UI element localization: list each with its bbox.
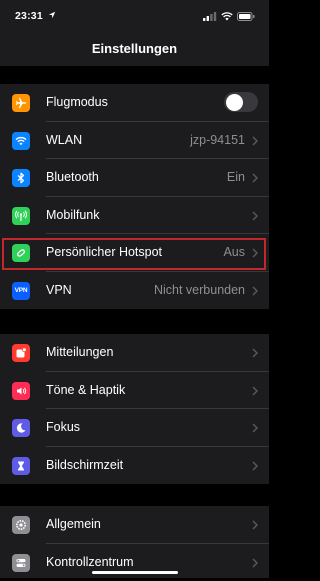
battery-icon	[237, 12, 255, 21]
settings-row-label: Allgemein	[46, 517, 101, 531]
settings-row-value: Nicht verbunden	[154, 283, 245, 297]
settings-row-label: WLAN	[46, 133, 82, 147]
bluetooth-icon	[12, 169, 30, 187]
location-arrow-icon	[48, 11, 56, 19]
vpn-icon-label: VPN	[15, 287, 28, 294]
settings-row-notifications[interactable]: Mitteilungen	[0, 334, 269, 372]
notifications-icon	[12, 344, 30, 362]
settings-row-label: Mitteilungen	[46, 345, 113, 359]
toggles-icon	[12, 554, 30, 572]
status-time-text: 23:31	[15, 10, 43, 22]
settings-row-value: jzp-94151	[190, 133, 245, 147]
settings-row-label: Kontrollzentrum	[46, 555, 134, 569]
chevron-right-icon	[252, 286, 258, 296]
settings-row-sounds-haptics[interactable]: Töne & Haptik	[0, 372, 269, 410]
settings-row-general[interactable]: Allgemein	[0, 506, 269, 544]
chevron-right-icon	[252, 173, 258, 183]
chevron-right-icon	[252, 248, 258, 258]
settings-row-bluetooth[interactable]: Bluetooth Ein	[0, 159, 269, 197]
settings-group-connectivity: Flugmodus WLAN jzp-94151 Bluetooth Ein	[0, 84, 269, 309]
gear-icon	[12, 516, 30, 534]
settings-row-value: Aus	[223, 245, 245, 259]
section-gap	[0, 309, 269, 334]
toggle-knob	[226, 94, 243, 111]
settings-row-personal-hotspot[interactable]: Persönlicher Hotspot Aus	[0, 234, 269, 272]
settings-row-screen-time[interactable]: Bildschirmzeit	[0, 447, 269, 485]
vpn-icon: VPN	[12, 282, 30, 300]
settings-row-airplane-mode: Flugmodus	[0, 84, 269, 122]
home-indicator[interactable]	[92, 571, 178, 574]
settings-group-general: Allgemein Kontrollzentrum	[0, 506, 269, 578]
chevron-right-icon	[252, 348, 258, 358]
settings-row-value: Ein	[227, 170, 245, 184]
status-bar: 23:31	[0, 0, 269, 30]
settings-row-label: Bildschirmzeit	[46, 458, 123, 472]
settings-row-label: Bluetooth	[46, 170, 99, 184]
signal-icon	[203, 12, 217, 21]
airplane-icon	[12, 94, 30, 112]
settings-row-label: VPN	[46, 283, 72, 297]
chevron-right-icon	[252, 558, 258, 568]
nav-bar: Einstellungen	[0, 30, 269, 66]
chevron-right-icon	[252, 386, 258, 396]
settings-row-control-center[interactable]: Kontrollzentrum	[0, 544, 269, 581]
settings-row-label: Töne & Haptik	[46, 383, 125, 397]
settings-row-cellular[interactable]: Mobilfunk	[0, 197, 269, 235]
settings-row-label: Persönlicher Hotspot	[46, 245, 162, 259]
settings-row-focus[interactable]: Fokus	[0, 409, 269, 447]
hotspot-link-icon	[12, 244, 30, 262]
settings-row-label: Flugmodus	[46, 95, 108, 109]
settings-row-label: Fokus	[46, 420, 80, 434]
page-title: Einstellungen	[0, 41, 269, 56]
cellular-antenna-icon	[12, 207, 30, 225]
chevron-right-icon	[252, 136, 258, 146]
section-gap	[0, 66, 269, 84]
settings-row-wifi[interactable]: WLAN jzp-94151	[0, 122, 269, 160]
airplane-mode-toggle[interactable]	[224, 92, 258, 112]
chevron-right-icon	[252, 520, 258, 530]
status-time: 23:31	[15, 10, 56, 22]
speaker-icon	[12, 382, 30, 400]
moon-icon	[12, 419, 30, 437]
settings-row-vpn[interactable]: VPN VPN Nicht verbunden	[0, 272, 269, 310]
wifi-status-icon	[221, 12, 233, 21]
settings-row-label: Mobilfunk	[46, 208, 100, 222]
chevron-right-icon	[252, 211, 258, 221]
wifi-icon	[12, 132, 30, 150]
status-icons	[203, 11, 255, 21]
chevron-right-icon	[252, 423, 258, 433]
chevron-right-icon	[252, 461, 258, 471]
settings-group-notifications: Mitteilungen Töne & Haptik Fokus	[0, 334, 269, 484]
hourglass-icon	[12, 457, 30, 475]
section-gap	[0, 484, 269, 506]
